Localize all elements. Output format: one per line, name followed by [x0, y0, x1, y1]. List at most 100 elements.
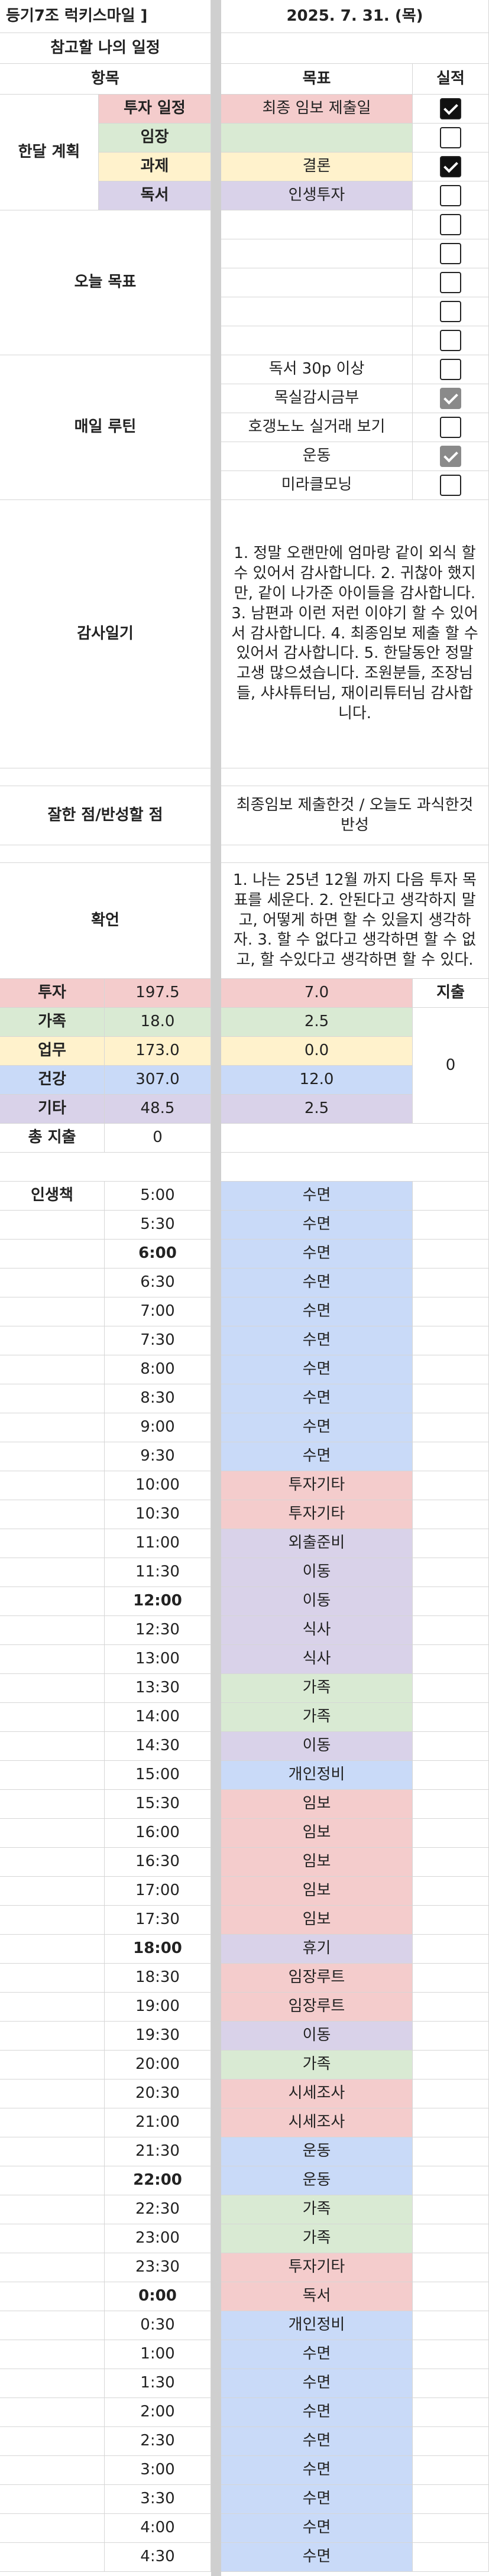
gratitude-text[interactable]: 1. 정말 오랜만에 엄마랑 같이 외식 할 수 있어서 감사합니다. 2. 귀…	[221, 500, 489, 768]
schedule-task[interactable]: 가족	[221, 2224, 413, 2253]
plan-goal-investment[interactable]: 최종 임보 제출일	[221, 95, 413, 124]
schedule-time[interactable]: 2:00	[105, 2398, 211, 2427]
schedule-extra-cell[interactable]	[413, 1211, 489, 1240]
blank-cell[interactable]	[0, 2282, 105, 2311]
schedule-task[interactable]: 가족	[221, 1703, 413, 1732]
schedule-task[interactable]: 독서	[221, 2282, 413, 2311]
schedule-time[interactable]: 18:30	[105, 1964, 211, 1993]
blank-cell[interactable]	[0, 1326, 105, 1355]
blank-cell[interactable]	[0, 2224, 105, 2253]
schedule-extra-cell[interactable]	[413, 1645, 489, 1674]
affirmation-label[interactable]: 확언	[0, 863, 211, 979]
schedule-time[interactable]: 10:00	[105, 1471, 211, 1500]
schedule-extra-cell[interactable]	[413, 1935, 489, 1964]
today-goal-cell[interactable]	[221, 326, 413, 355]
blank-cell[interactable]	[0, 2456, 105, 2485]
stat-name-other[interactable]: 기타	[0, 1095, 105, 1124]
schedule-time[interactable]: 16:30	[105, 1848, 211, 1877]
schedule-extra-cell[interactable]	[413, 2137, 489, 2166]
schedule-extra-cell[interactable]	[413, 2282, 489, 2311]
schedule-task[interactable]: 수면	[221, 1211, 413, 1240]
expense-value[interactable]: 0	[413, 1008, 489, 1124]
blank-cell[interactable]	[0, 1153, 211, 1182]
review-label[interactable]: 잘한 점/반성할 점	[0, 786, 211, 845]
schedule-extra-cell[interactable]	[413, 2514, 489, 2543]
schedule-time[interactable]: 6:30	[105, 1268, 211, 1297]
schedule-time[interactable]: 19:30	[105, 2022, 211, 2051]
checkbox-routine-transactions[interactable]	[440, 417, 461, 438]
checkbox-today-1[interactable]	[440, 214, 461, 235]
schedule-time[interactable]: 15:00	[105, 1761, 211, 1790]
plan-goal-reading[interactable]: 인생투자	[221, 181, 413, 210]
schedule-extra-cell[interactable]	[413, 1848, 489, 1877]
schedule-time[interactable]: 12:30	[105, 1616, 211, 1645]
blank-cell[interactable]	[221, 768, 489, 786]
schedule-task[interactable]: 시세조사	[221, 2108, 413, 2137]
schedule-task[interactable]: 이동	[221, 2022, 413, 2051]
schedule-time[interactable]: 22:30	[105, 2195, 211, 2224]
checkbox-today-5[interactable]	[440, 330, 461, 351]
stat-name-work[interactable]: 업무	[0, 1037, 105, 1066]
blank-cell[interactable]	[0, 2022, 105, 2051]
checkbox-today-4[interactable]	[440, 301, 461, 322]
schedule-time[interactable]: 20:30	[105, 2079, 211, 2108]
blank-cell[interactable]	[0, 2195, 105, 2224]
schedule-extra-cell[interactable]	[413, 1413, 489, 1442]
blank-cell[interactable]	[0, 1587, 105, 1616]
checkbox-today-2[interactable]	[440, 243, 461, 264]
schedule-extra-cell[interactable]	[413, 2340, 489, 2369]
blank-cell[interactable]	[0, 2166, 105, 2195]
stat-name-health[interactable]: 건강	[0, 1066, 105, 1095]
blank-cell[interactable]	[0, 1819, 105, 1848]
schedule-time[interactable]: 3:30	[105, 2485, 211, 2514]
schedule-extra-cell[interactable]	[413, 2079, 489, 2108]
schedule-task[interactable]: 투자기타	[221, 2253, 413, 2282]
schedule-extra-cell[interactable]	[413, 1674, 489, 1703]
schedule-extra-cell[interactable]	[413, 2051, 489, 2079]
blank-cell[interactable]	[0, 2051, 105, 2079]
schedule-extra-cell[interactable]	[413, 1616, 489, 1645]
schedule-time[interactable]: 18:00	[105, 1935, 211, 1964]
today-goal-cell[interactable]	[221, 297, 413, 326]
schedule-task[interactable]: 휴기	[221, 1935, 413, 1964]
schedule-task[interactable]: 이동	[221, 1558, 413, 1587]
blank-cell[interactable]	[0, 1790, 105, 1819]
blank-cell[interactable]	[0, 1240, 105, 1268]
schedule-task[interactable]: 투자기타	[221, 1471, 413, 1500]
blank-cell[interactable]	[0, 1211, 105, 1240]
stat-today-other[interactable]: 2.5	[221, 1095, 413, 1124]
monthly-plan-label[interactable]: 한달 계획	[0, 95, 99, 210]
schedule-extra-cell[interactable]	[413, 1703, 489, 1732]
schedule-time[interactable]: 9:30	[105, 1442, 211, 1471]
schedule-extra-cell[interactable]	[413, 2224, 489, 2253]
schedule-time[interactable]: 23:00	[105, 2224, 211, 2253]
blank-cell[interactable]	[0, 1732, 105, 1761]
blank-cell[interactable]	[0, 2514, 105, 2543]
schedule-extra-cell[interactable]	[413, 1558, 489, 1587]
checkbox-plan-task[interactable]	[440, 156, 461, 177]
schedule-task[interactable]: 임보	[221, 1848, 413, 1877]
schedule-extra-cell[interactable]	[413, 2108, 489, 2137]
plan-item-task[interactable]: 과제	[99, 153, 211, 181]
schedule-extra-cell[interactable]	[413, 2456, 489, 2485]
blank-cell[interactable]	[0, 2398, 105, 2427]
col-header-done[interactable]: 실적	[413, 64, 489, 95]
schedule-task[interactable]: 수면	[221, 1355, 413, 1384]
schedule-time[interactable]: 12:00	[105, 1587, 211, 1616]
stat-total-health[interactable]: 307.0	[105, 1066, 211, 1095]
routine-goal-exercise[interactable]: 운동	[221, 442, 413, 471]
schedule-extra-cell[interactable]	[413, 1964, 489, 1993]
blank-cell[interactable]	[0, 1761, 105, 1790]
schedule-task[interactable]: 임장루트	[221, 1993, 413, 2022]
schedule-task[interactable]: 이동	[221, 1732, 413, 1761]
schedule-task[interactable]: 가족	[221, 2051, 413, 2079]
schedule-task[interactable]: 수면	[221, 2514, 413, 2543]
schedule-time[interactable]: 7:00	[105, 1297, 211, 1326]
schedule-extra-cell[interactable]	[413, 1790, 489, 1819]
schedule-time[interactable]: 5:30	[105, 1211, 211, 1240]
schedule-task[interactable]: 수면	[221, 2369, 413, 2398]
schedule-task[interactable]: 임보	[221, 1790, 413, 1819]
blank-cell[interactable]	[0, 1674, 105, 1703]
schedule-time[interactable]: 11:00	[105, 1529, 211, 1558]
stat-total-family[interactable]: 18.0	[105, 1008, 211, 1037]
